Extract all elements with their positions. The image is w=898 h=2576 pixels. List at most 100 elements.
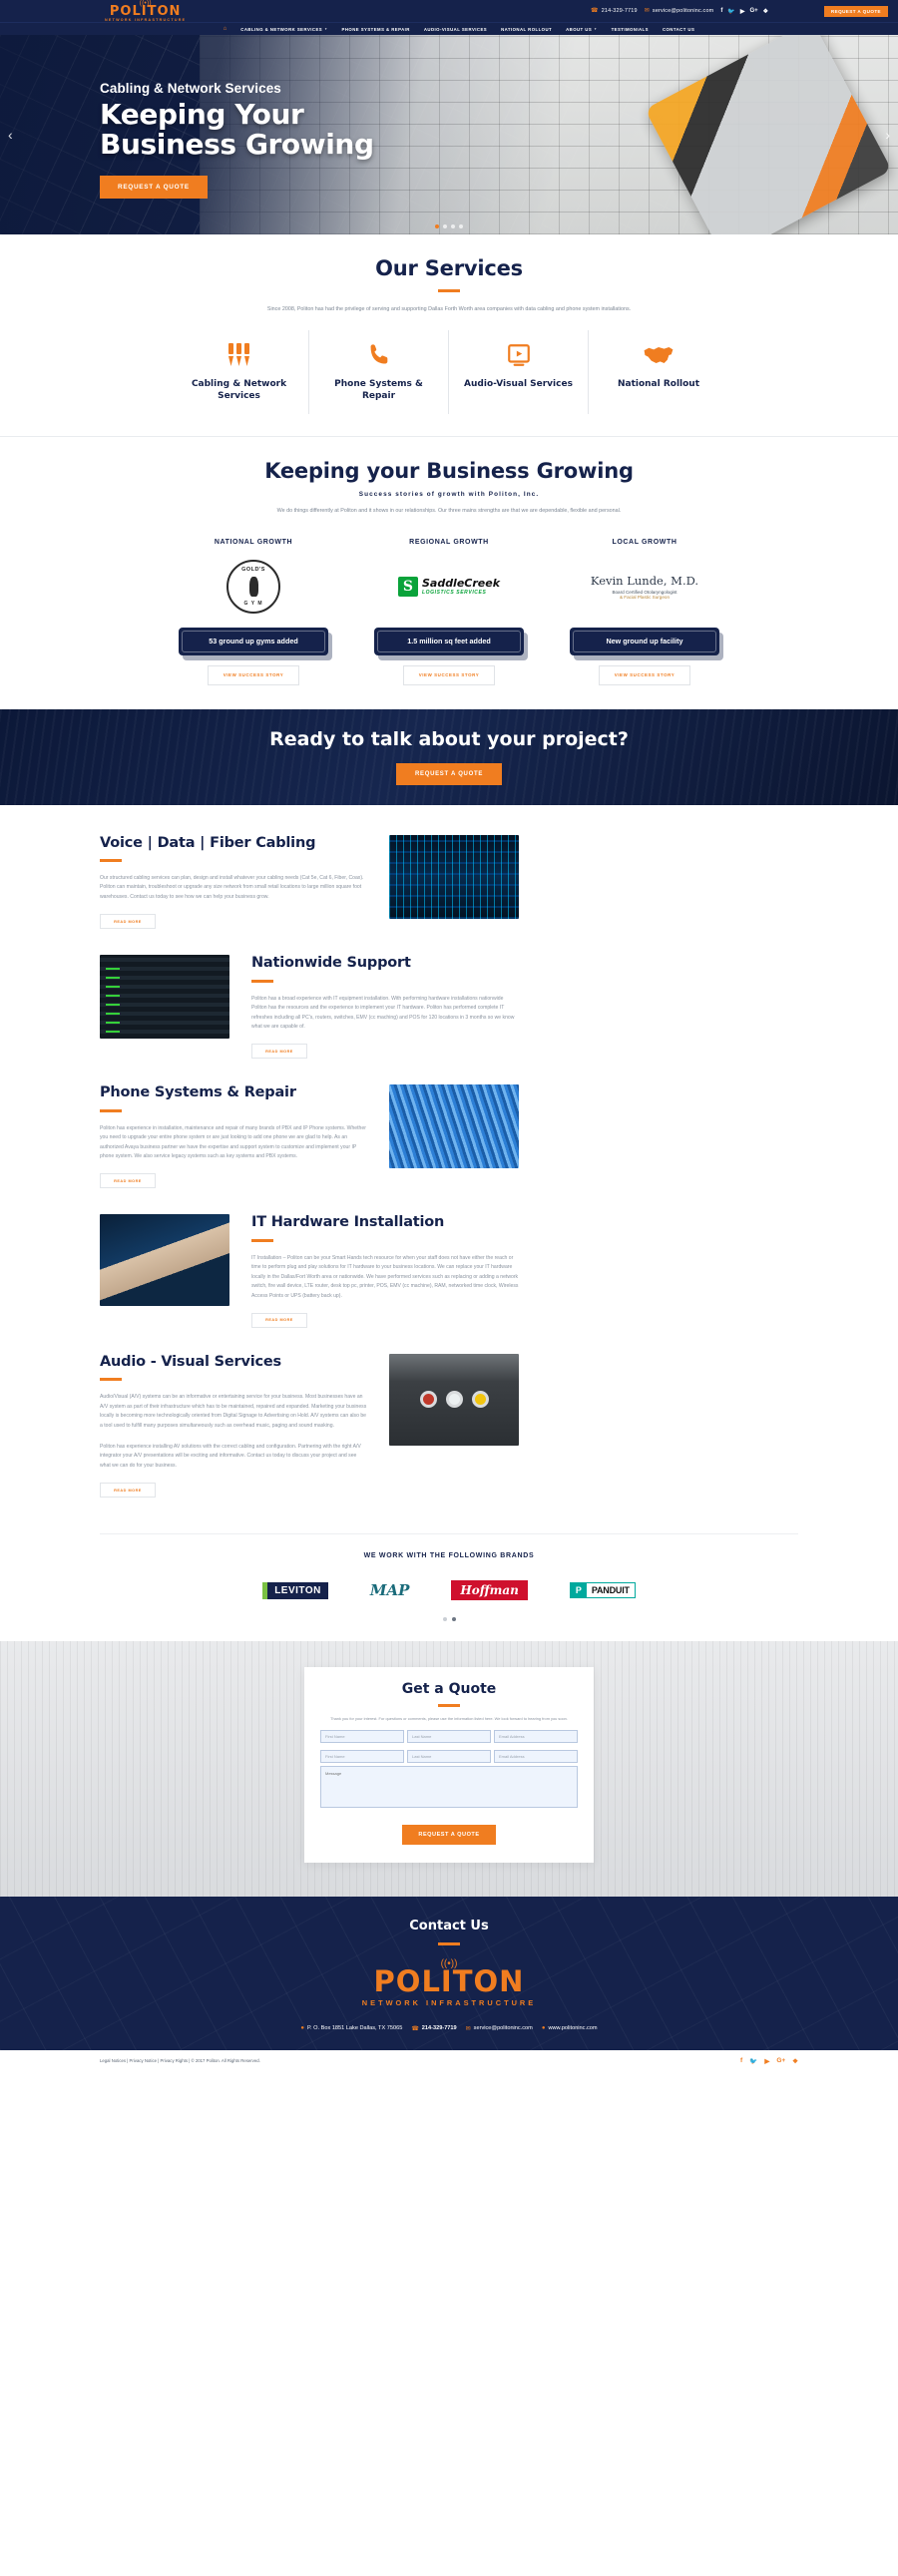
nav-item-audio-visual-services[interactable]: AUDIO-VISUAL SERVICES	[424, 27, 487, 32]
growth-description: We do things differently at Politon and …	[276, 508, 622, 515]
email-field[interactable]	[494, 1729, 578, 1743]
leviton-logo[interactable]: LEVITON	[262, 1577, 328, 1603]
top-bar-contact-group: ☎ 214-329-7719 ✉ service@politoninc.com …	[591, 8, 768, 15]
read-more-button[interactable]: READ MORE	[100, 1483, 156, 1499]
read-more-button[interactable]: READ MORE	[251, 1312, 307, 1328]
footer-phone-label: 214-329-7719	[421, 2025, 457, 2032]
block-title: Phone Systems & Repair	[100, 1084, 296, 1101]
content-block-it-hardware-installation: IT Hardware Installation IT Installation…	[0, 1214, 898, 1328]
growth-category-label: LOCAL GROWTH	[612, 538, 677, 546]
service-card-audio-visual[interactable]: Audio-Visual Services	[449, 330, 589, 415]
service-card-phone-systems[interactable]: Phone Systems & Repair	[309, 330, 449, 415]
carousel-next-arrow[interactable]: ›	[885, 127, 890, 143]
usa-map-icon	[599, 338, 718, 372]
last-name-field[interactable]	[407, 1729, 491, 1743]
facebook-icon[interactable]: f	[740, 2057, 742, 2065]
content-blocks: Voice | Data | Fiber Cabling Our structu…	[0, 805, 898, 1534]
request-quote-button-top[interactable]: REQUEST A QUOTE	[823, 6, 888, 17]
nav-item-national-rollout[interactable]: NATIONAL ROLLOUT	[501, 27, 552, 32]
message-field[interactable]	[320, 1765, 578, 1808]
block-text: Nationwide Support Politon has a broad e…	[251, 955, 519, 1060]
youtube-icon[interactable]: ▶	[740, 8, 745, 15]
title-underline	[438, 289, 460, 292]
hoffman-logo[interactable]: Hoffman	[451, 1577, 528, 1603]
read-more-button[interactable]: READ MORE	[100, 1173, 156, 1189]
brands-title: WE WORK WITH THE FOLLOWING BRANDS	[363, 1552, 535, 1560]
first-name-field-2[interactable]	[320, 1749, 404, 1763]
carousel-dot[interactable]	[435, 224, 439, 228]
saddle-creek-logo: S SaddleCreek LOGISTICS SERVICES	[363, 556, 535, 618]
carousel-dot[interactable]	[443, 224, 447, 228]
submit-quote-button[interactable]: REQUEST A QUOTE	[402, 1824, 496, 1845]
growth-plaque[interactable]: 1.5 million sq feet added	[374, 627, 524, 655]
facebook-icon[interactable]: f	[720, 8, 722, 14]
email-field-2[interactable]	[494, 1749, 578, 1763]
twitter-icon[interactable]: 🐦	[727, 8, 734, 15]
view-success-story-button[interactable]: VIEW SUCCESS STORY	[599, 664, 690, 685]
yelp-icon[interactable]: ❖	[763, 8, 768, 15]
top-phone[interactable]: ☎ 214-329-7719	[591, 8, 638, 14]
logo-tagline: NETWORK INFRASTRUCTURE	[105, 17, 187, 22]
footer-phone[interactable]: ☎ 214-329-7719	[411, 2025, 456, 2032]
yelp-icon[interactable]: ❖	[792, 2057, 798, 2065]
top-email[interactable]: ✉ service@politoninc.com	[645, 8, 714, 14]
brands-carousel-dot[interactable]	[451, 1617, 456, 1622]
nav-label: PHONE SYSTEMS & REPAIR	[341, 26, 410, 32]
content-block-phone-systems-repair: Phone Systems & Repair Politon has exper…	[0, 1084, 898, 1189]
google-plus-icon[interactable]: G+	[776, 2057, 785, 2065]
growth-category-label: REGIONAL GROWTH	[409, 538, 489, 546]
view-success-story-button[interactable]: VIEW SUCCESS STORY	[403, 664, 495, 685]
view-success-story-button[interactable]: VIEW SUCCESS STORY	[208, 664, 299, 685]
quote-form-row-1	[320, 1729, 578, 1743]
panduit-logo[interactable]: P PANDUIT	[569, 1577, 636, 1603]
footer-logo[interactable]: ((•)) POLITON NETWORK INFRASTRUCTURE	[0, 1958, 898, 2007]
quote-form-card: Get a Quote Thank you for your interest.…	[304, 1667, 594, 1863]
home-icon[interactable]: ⌂	[224, 26, 227, 32]
block-text: Audio - Visual Services Audio/Visual (A/…	[100, 1353, 367, 1499]
last-name-field-2[interactable]	[407, 1749, 491, 1763]
site-logo[interactable]: ((•)) POLITON NETWORK INFRASTRUCTURE	[105, 0, 187, 22]
top-bar: ((•)) POLITON NETWORK INFRASTRUCTURE ☎ 2…	[0, 0, 898, 22]
carousel-prev-arrow[interactable]: ‹	[8, 127, 13, 143]
nav-item-phone-systems-repair[interactable]: PHONE SYSTEMS & REPAIR	[342, 27, 410, 32]
hero-title-line2: Business Growing	[100, 128, 374, 162]
service-card-cabling-network[interactable]: Cabling & Network Services	[170, 330, 309, 415]
service-card-national-rollout[interactable]: National Rollout	[589, 330, 728, 414]
footer-email[interactable]: ✉ service@politoninc.com	[466, 2025, 533, 2032]
twitter-icon[interactable]: 🐦	[749, 2057, 757, 2065]
growth-plaque[interactable]: 53 ground up gyms added	[179, 627, 328, 655]
block-title: Audio - Visual Services	[100, 1353, 281, 1370]
golds-gym-logo	[168, 556, 339, 618]
legal-links[interactable]: Legal Notices | Privacy Notice | Privacy…	[100, 2058, 260, 2063]
nav-item-cabling-network-services[interactable]: CABLING & NETWORK SERVICES ▼	[240, 27, 327, 32]
carousel-dot[interactable]	[459, 224, 463, 228]
nav-item-contact-us[interactable]: CONTACT US	[663, 27, 694, 32]
quote-form-row-2	[320, 1749, 578, 1763]
title-underline	[438, 1704, 460, 1708]
content-block-voice-data-fiber: Voice | Data | Fiber Cabling Our structu…	[0, 834, 898, 930]
hero-kicker: Cabling & Network Services	[100, 81, 281, 96]
brands-carousel-dot[interactable]	[442, 1617, 447, 1622]
google-plus-icon[interactable]: G+	[749, 8, 757, 14]
nav-item-testimonials[interactable]: TESTIMONIALS	[612, 27, 649, 32]
hero-request-quote-button[interactable]: REQUEST A QUOTE	[100, 176, 208, 200]
quote-note: Thank you for your interest. For questio…	[330, 1716, 568, 1722]
carousel-dots	[435, 224, 463, 228]
title-underline	[100, 1108, 122, 1112]
cta-request-quote-button[interactable]: REQUEST A QUOTE	[395, 763, 503, 786]
nav-item-about-us[interactable]: ABOUT US ▼	[566, 27, 597, 32]
carousel-dot[interactable]	[451, 224, 455, 228]
title-underline	[100, 1378, 122, 1382]
read-more-label: READ MORE	[265, 1318, 293, 1323]
middle-atlantic-label: MAP	[369, 1581, 410, 1600]
growth-plaque[interactable]: New ground up facility	[570, 627, 719, 655]
read-more-button[interactable]: READ MORE	[100, 914, 156, 930]
footer-website[interactable]: ● www.politoninc.com	[542, 2025, 598, 2031]
block-body: IT Installation – Politon can be your Sm…	[251, 1254, 519, 1299]
youtube-icon[interactable]: ▶	[764, 2057, 769, 2065]
first-name-field[interactable]	[320, 1729, 404, 1743]
block-text: IT Hardware Installation IT Installation…	[251, 1214, 519, 1328]
read-more-button[interactable]: READ MORE	[251, 1044, 307, 1060]
middle-atlantic-products-logo[interactable]: MAP	[370, 1577, 410, 1603]
nav-label: AUDIO-VISUAL SERVICES	[423, 26, 488, 32]
